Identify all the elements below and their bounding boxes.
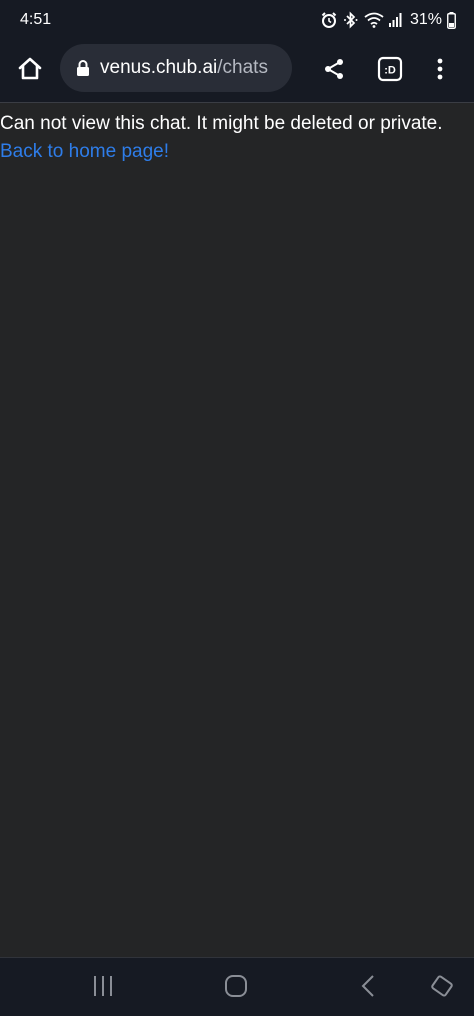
share-icon: [322, 57, 346, 86]
nav-home-button[interactable]: [214, 966, 258, 1010]
status-bar: 4:51 31%: [0, 0, 474, 40]
back-to-home-link[interactable]: Back to home page!: [0, 140, 169, 164]
status-icons: 31%: [320, 8, 456, 32]
more-menu-button[interactable]: [418, 49, 462, 93]
error-message: Can not view this chat. It might be dele…: [0, 113, 443, 134]
home-circle-icon: [224, 974, 248, 1003]
url-text: venus.chub.ai/chats: [100, 56, 268, 80]
phone-screen: 4:51 31% venus.chub.ai/chats:D Can not …: [0, 0, 474, 1016]
wifi-icon: [364, 11, 384, 29]
browser-toolbar: venus.chub.ai/chats :D: [0, 40, 474, 103]
extension-label: :D: [384, 64, 396, 76]
battery-percent: 31%: [409, 11, 442, 28]
more-vert-icon: [436, 57, 444, 86]
lock-icon: [76, 59, 90, 77]
back-button[interactable]: [346, 966, 390, 1010]
share-button[interactable]: [312, 49, 356, 93]
navigation-bar: [0, 957, 474, 1016]
home-icon: [17, 56, 43, 87]
page-content: Can not view this chat. It might be dele…: [0, 103, 474, 957]
status-time: 4:51: [20, 11, 52, 28]
alarm-icon: [320, 11, 338, 29]
rotate-icon: [428, 972, 456, 1005]
back-icon: [359, 974, 377, 1003]
home-button[interactable]: [8, 49, 52, 93]
url-domain: venus.chub.ai: [100, 57, 218, 78]
signal-icon: [388, 12, 403, 28]
recents-button[interactable]: [81, 966, 125, 1010]
extension-button[interactable]: :D: [368, 49, 412, 93]
recents-icon: [91, 975, 115, 1002]
bluetooth-icon: [343, 11, 359, 29]
url-path: /chats: [217, 57, 268, 78]
battery-icon: [447, 11, 456, 29]
extension-icon: :D: [377, 56, 403, 87]
address-bar[interactable]: venus.chub.ai/chats: [60, 44, 292, 92]
rotate-button[interactable]: [420, 966, 464, 1010]
